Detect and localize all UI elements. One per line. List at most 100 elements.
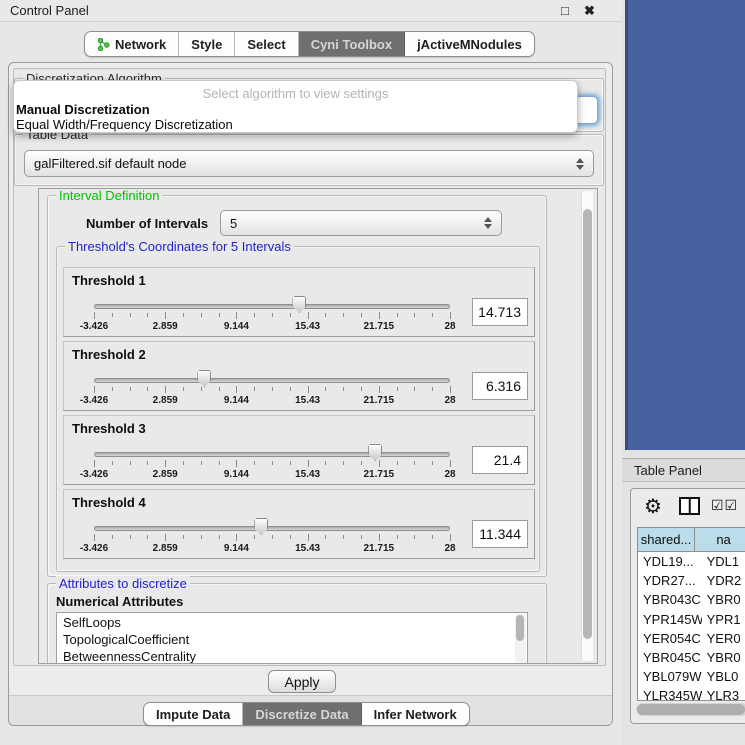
tab-impute-data[interactable]: Impute Data: [144, 703, 243, 725]
apply-button[interactable]: Apply: [268, 670, 336, 693]
table-row[interactable]: YER054CYER0: [638, 629, 745, 648]
tab-infer-network[interactable]: Infer Network: [362, 703, 469, 725]
table-row[interactable]: YBR043CYBR0: [638, 590, 745, 609]
tab-jactivemnodules-label: jActiveMNodules: [417, 37, 522, 52]
column-header-name[interactable]: na: [695, 528, 745, 551]
threshold-1-value-field[interactable]: 14.713: [472, 298, 528, 326]
list-item[interactable]: SelfLoops: [63, 615, 121, 630]
slider-tick-label: 28: [444, 395, 455, 406]
threshold-3-value-field[interactable]: 21.4: [472, 446, 528, 474]
table-cell[interactable]: YER054C: [638, 629, 702, 648]
table-cell[interactable]: YBR0: [702, 590, 745, 609]
slider-tick: [219, 535, 220, 539]
column-header-shared-name[interactable]: shared...: [638, 528, 695, 551]
threshold-2-slider-thumb[interactable]: [197, 370, 211, 387]
number-of-intervals-select[interactable]: 5: [220, 210, 502, 236]
threshold-3-slider-ticks: [94, 460, 450, 468]
table-row[interactable]: YPR145WYPR1: [638, 610, 745, 629]
table-cell[interactable]: YLR3: [702, 686, 745, 701]
table-cell[interactable]: YBL0: [702, 667, 745, 686]
tab-select[interactable]: Select: [235, 32, 298, 56]
slider-tick: [147, 535, 148, 539]
slider-tick: [236, 386, 237, 393]
list-item[interactable]: BetweennessCentrality: [63, 649, 196, 664]
close-icon[interactable]: ✖: [584, 3, 595, 19]
threshold-3-slider-thumb[interactable]: [368, 444, 382, 461]
table-cell[interactable]: YBR045C: [638, 648, 702, 667]
table-cell[interactable]: YDR27...: [638, 571, 702, 590]
gear-icon[interactable]: ⚙: [644, 494, 662, 519]
table-horizontal-scrollbar[interactable]: [636, 703, 745, 716]
slider-tick-label: -3.426: [80, 395, 108, 406]
slider-tick: [414, 387, 415, 391]
slider-tick: [272, 313, 273, 317]
split-pane-icon[interactable]: [679, 497, 700, 515]
table-cell[interactable]: YDL1: [702, 552, 745, 571]
numerical-attributes-list[interactable]: SelfLoops TopologicalCoefficient Between…: [56, 612, 528, 664]
table-horizontal-scrollbar-thumb[interactable]: [637, 704, 745, 715]
threshold-1-slider-track[interactable]: [94, 304, 450, 309]
threshold-4-slider-thumb[interactable]: [254, 518, 268, 535]
table-cell[interactable]: YDR2: [702, 571, 745, 590]
threshold-2-value-field[interactable]: 6.316: [472, 372, 528, 400]
tab-discretize-data[interactable]: Discretize Data: [243, 703, 361, 725]
settings-scrollbar[interactable]: [581, 191, 593, 661]
table-row[interactable]: YBR045CYBR0: [638, 648, 745, 667]
table-cell[interactable]: YBL079W: [638, 667, 702, 686]
table-row[interactable]: YBL079WYBL0: [638, 667, 745, 686]
slider-tick: [165, 534, 166, 541]
table-cell[interactable]: YPR1: [702, 610, 745, 629]
table-cell[interactable]: YER0: [702, 629, 745, 648]
slider-tick: [343, 535, 344, 539]
control-panel-window: Control Panel □ ✖ Network Style Select C…: [0, 0, 622, 745]
table-cell[interactable]: YLR345W: [638, 686, 702, 701]
tab-network[interactable]: Network: [85, 32, 179, 56]
slider-tick: [343, 387, 344, 391]
table-panel-toolbar: ⚙ ☑☑: [631, 489, 745, 525]
window-title: Control Panel: [10, 3, 89, 18]
list-item[interactable]: TopologicalCoefficient: [63, 632, 189, 647]
table-data-select[interactable]: galFiltered.sif default node: [24, 150, 594, 177]
slider-tick: [130, 313, 131, 317]
attributes-list-scrollbar[interactable]: [515, 614, 526, 664]
table-body: YDL19...YDL1YDR27...YDR2YBR043CYBR0YPR14…: [638, 552, 745, 701]
slider-tick: [432, 461, 433, 465]
slider-tick: [308, 460, 309, 467]
slider-tick: [272, 461, 273, 465]
tab-cyni-toolbox[interactable]: Cyni Toolbox: [299, 32, 405, 56]
table-cell[interactable]: YBR043C: [638, 590, 702, 609]
threshold-2-slider-track[interactable]: [94, 378, 450, 383]
float-window-icon[interactable]: □: [561, 3, 569, 18]
threshold-1-slider-thumb[interactable]: [292, 296, 306, 313]
slider-tick: [183, 535, 184, 539]
table-row[interactable]: YLR345WYLR3: [638, 686, 745, 701]
slider-tick: [414, 535, 415, 539]
slider-tick: [254, 387, 255, 391]
slider-tick: [397, 461, 398, 465]
settings-scrollbar-thumb[interactable]: [583, 209, 592, 639]
table-cell[interactable]: YDL19...: [638, 552, 702, 571]
tab-network-label: Network: [115, 37, 166, 52]
slider-tick: [397, 313, 398, 317]
popup-option-manual-discretization[interactable]: Manual Discretization: [15, 102, 575, 117]
threshold-4-slider-track[interactable]: [94, 526, 450, 531]
table-row[interactable]: YDR27...YDR2: [638, 571, 745, 590]
slider-tick: [254, 313, 255, 317]
slider-tick: [343, 461, 344, 465]
slider-tick: [130, 387, 131, 391]
checkbox-icons[interactable]: ☑☑: [711, 497, 738, 514]
slider-tick: [414, 461, 415, 465]
table-cell[interactable]: YBR0: [702, 648, 745, 667]
threshold-coordinates-group: Threshold's Coordinates for 5 Intervals …: [56, 246, 540, 572]
tab-jactivemnodules[interactable]: jActiveMNodules: [405, 32, 534, 56]
threshold-4-value-field[interactable]: 11.344: [472, 520, 528, 548]
tab-style[interactable]: Style: [179, 32, 235, 56]
threshold-2-slider-ticks: [94, 386, 450, 394]
table-row[interactable]: YDL19...YDL1: [638, 552, 745, 571]
tab-cyni-toolbox-label: Cyni Toolbox: [311, 37, 392, 52]
threshold-3-slider-track[interactable]: [94, 452, 450, 457]
popup-option-equal-width-frequency[interactable]: Equal Width/Frequency Discretization: [15, 117, 575, 132]
table-cell[interactable]: YPR145W: [638, 610, 702, 629]
slider-tick: [379, 534, 380, 541]
slider-tick: [236, 312, 237, 319]
